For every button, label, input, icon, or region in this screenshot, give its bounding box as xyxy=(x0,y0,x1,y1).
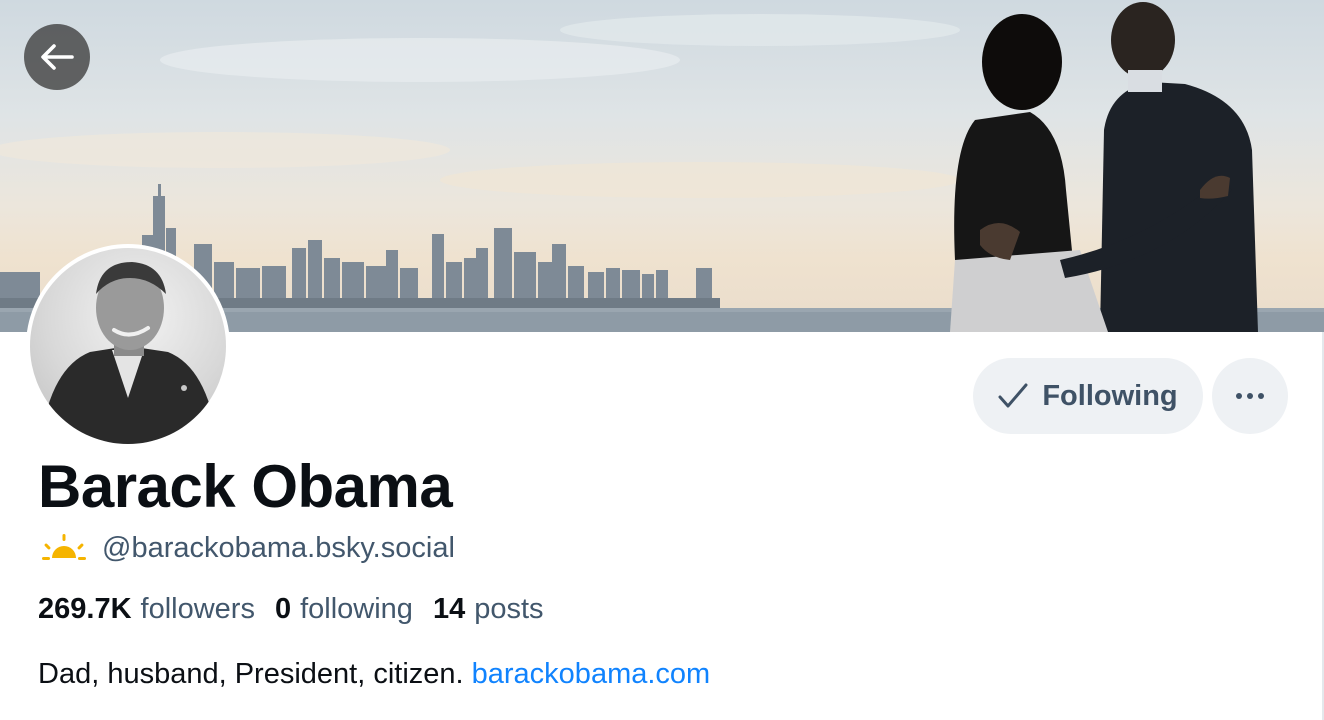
following-button[interactable]: Following xyxy=(973,358,1203,434)
following-label: following xyxy=(300,593,413,625)
profile-stats: 269.7K followers 0 following 14 posts xyxy=(38,593,564,626)
following-count: 0 xyxy=(274,593,292,625)
following-button-label: Following xyxy=(1042,379,1178,412)
display-name: Barack Obama xyxy=(38,453,453,520)
back-button[interactable] xyxy=(24,24,90,90)
bio-link[interactable]: barackobama.com xyxy=(472,658,711,690)
followers-label: followers xyxy=(140,593,255,625)
posts-stat: 14 posts xyxy=(433,593,564,626)
following-stat[interactable]: 0 following xyxy=(275,593,433,626)
avatar-image xyxy=(30,248,226,444)
ellipsis-icon xyxy=(1236,393,1264,399)
profile-handle: @barackobama.bsky.social xyxy=(102,532,455,564)
check-icon xyxy=(998,383,1028,408)
bio-text: Dad, husband, President, citizen. xyxy=(38,658,472,690)
posts-count: 14 xyxy=(432,593,466,625)
profile-bio: Dad, husband, President, citizen. barack… xyxy=(38,658,710,691)
arrow-left-icon xyxy=(41,44,74,70)
profile-page: Following Barack Obama @barackobama.bsky… xyxy=(0,0,1324,720)
handle-row: @barackobama.bsky.social xyxy=(40,532,455,565)
followers-stat[interactable]: 269.7K followers xyxy=(38,593,275,626)
profile-avatar[interactable] xyxy=(26,244,230,448)
sunrise-icon xyxy=(42,533,86,560)
more-options-button[interactable] xyxy=(1212,358,1288,434)
followers-count: 269.7K xyxy=(38,593,132,625)
posts-label: posts xyxy=(474,593,544,625)
